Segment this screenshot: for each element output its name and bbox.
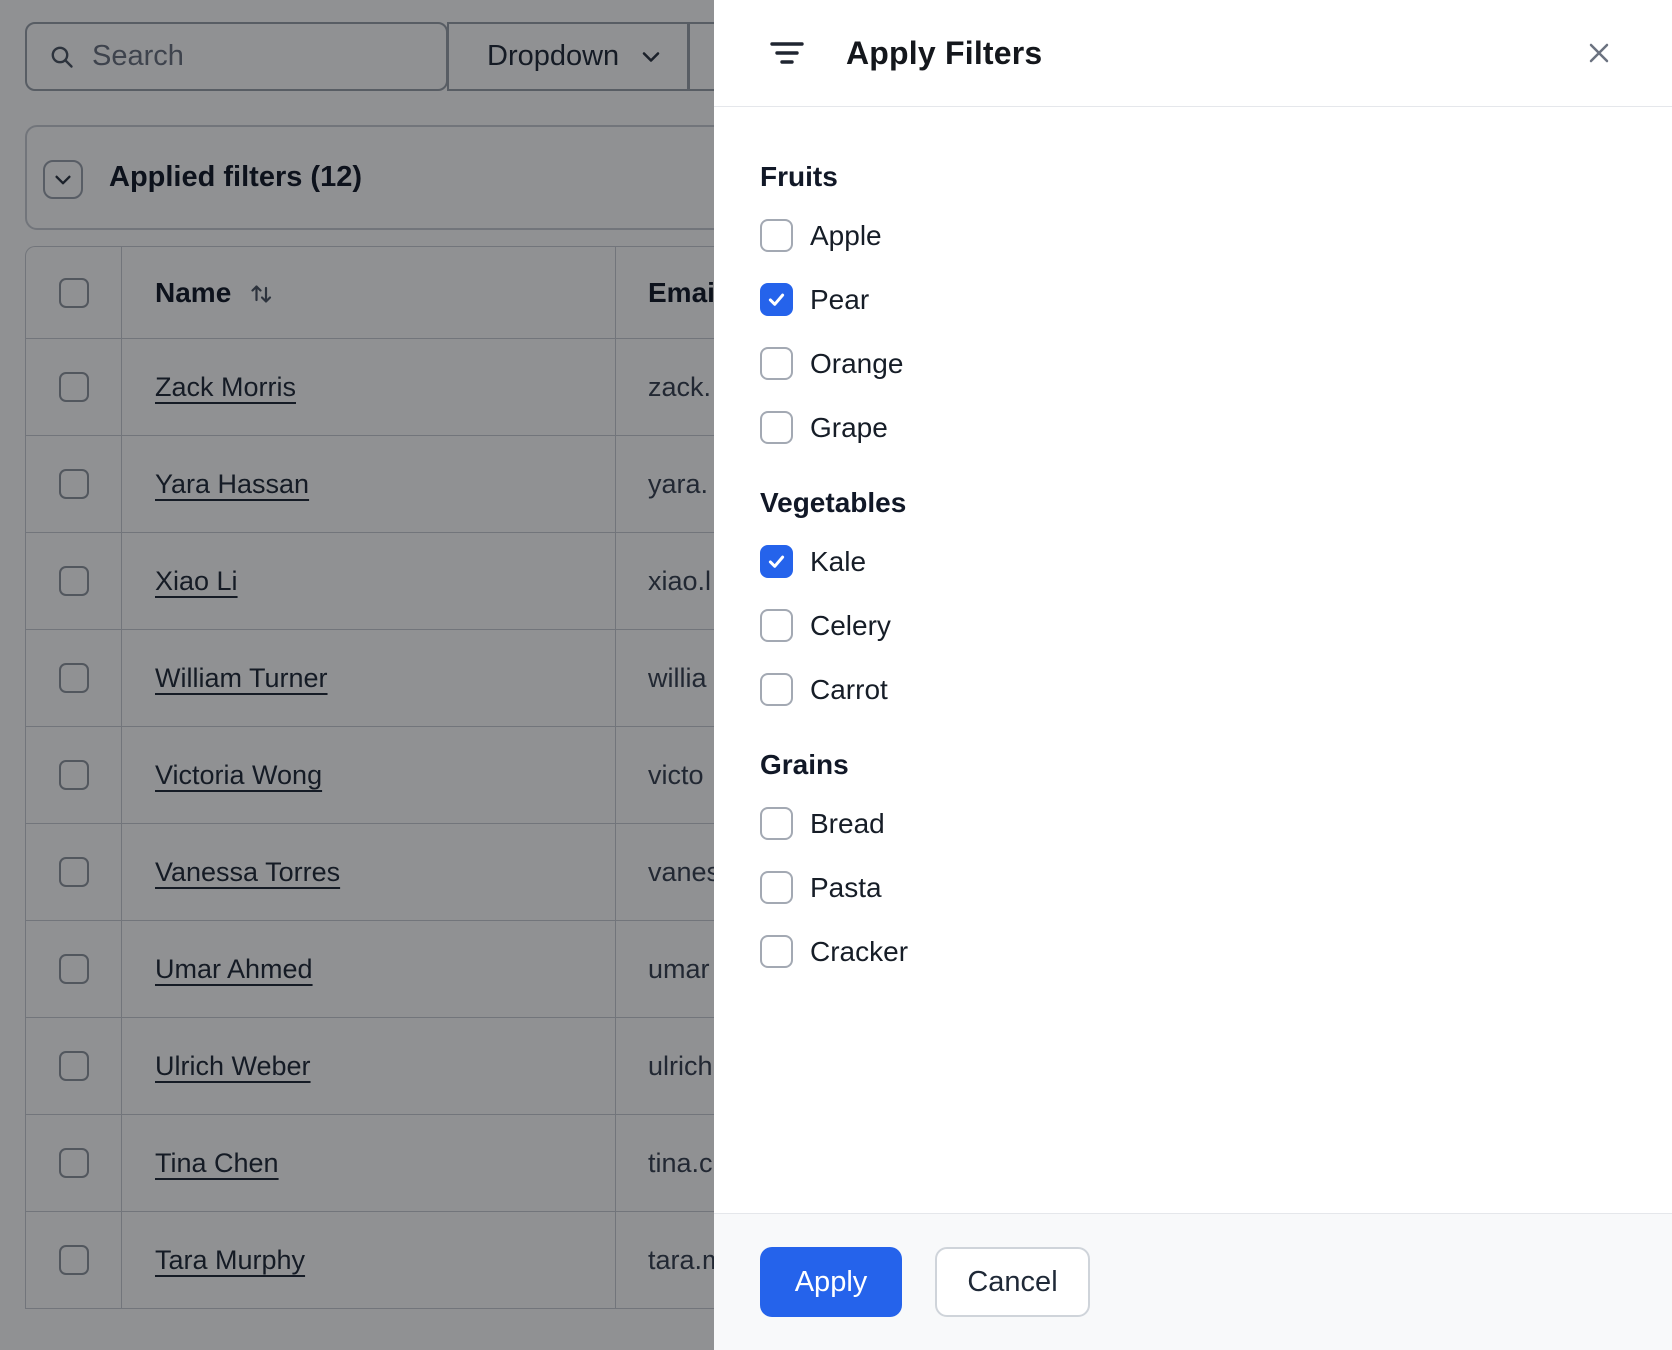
checkbox[interactable] [760,807,793,840]
option-label[interactable]: Pear [810,284,869,316]
filter-option: Kale [760,545,1616,578]
checkbox[interactable] [760,283,793,316]
checkbox[interactable] [760,673,793,706]
section-heading: Vegetables [760,487,907,518]
option-label[interactable]: Celery [810,610,891,642]
drawer-body: Fruits Apple Pear Orange Grape Vegetable… [714,107,1672,968]
checkmark-icon [768,293,785,306]
cancel-button[interactable]: Cancel [935,1247,1090,1317]
checkbox[interactable] [760,219,793,252]
option-label[interactable]: Apple [810,220,882,252]
filter-option: Grape [760,411,1616,444]
option-label[interactable]: Pasta [810,872,882,904]
filter-option: Pasta [760,871,1616,904]
filter-option: Apple [760,219,1616,252]
drawer-title: Apply Filters [846,34,1043,71]
filter-lines-icon [770,42,804,64]
filter-section-fruits: Fruits Apple Pear Orange Grape [760,159,1616,444]
checkbox[interactable] [760,545,793,578]
checkbox[interactable] [760,871,793,904]
option-label[interactable]: Orange [810,348,903,380]
section-heading: Fruits [760,161,838,192]
checkbox[interactable] [760,411,793,444]
filter-option: Orange [760,347,1616,380]
drawer-footer: Apply Cancel [714,1213,1672,1350]
checkbox[interactable] [760,935,793,968]
checkbox[interactable] [760,347,793,380]
filter-option: Celery [760,609,1616,642]
option-label[interactable]: Kale [810,546,866,578]
checkmark-icon [768,555,785,568]
option-label[interactable]: Carrot [810,674,888,706]
close-button[interactable] [1582,36,1616,70]
filter-section-vegetables: Vegetables Kale Celery Carrot [760,485,1616,706]
filter-option: Pear [760,283,1616,316]
filter-option: Cracker [760,935,1616,968]
option-label[interactable]: Grape [810,412,888,444]
filter-section-grains: Grains Bread Pasta Cracker [760,747,1616,968]
filter-option: Bread [760,807,1616,840]
checkbox[interactable] [760,609,793,642]
apply-button[interactable]: Apply [760,1247,902,1317]
section-heading: Grains [760,749,849,780]
filter-drawer: Apply Filters Fruits Apple Pear Orange G… [714,0,1672,1350]
drawer-header: Apply Filters [714,0,1672,107]
option-label[interactable]: Bread [810,808,885,840]
close-icon [1589,43,1609,63]
filter-option: Carrot [760,673,1616,706]
option-label[interactable]: Cracker [810,936,908,968]
